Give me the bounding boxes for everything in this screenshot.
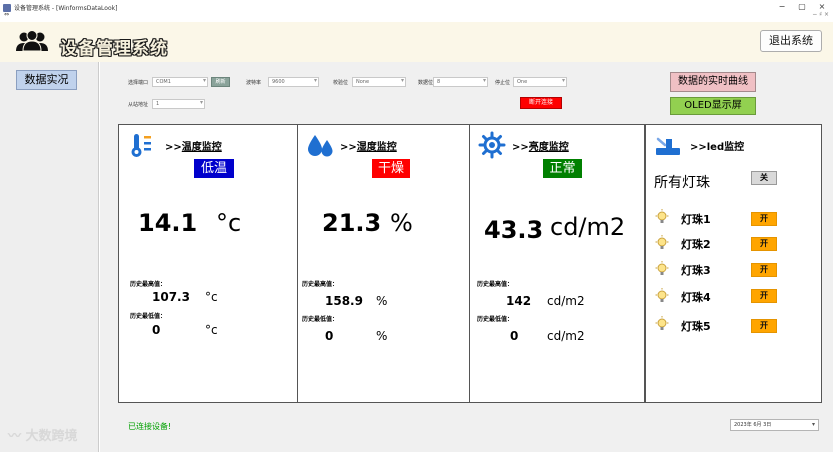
sidebar: 数据实况 〰 大数跨境 xyxy=(0,62,99,452)
thermometer-icon xyxy=(131,134,151,157)
users-icon xyxy=(16,30,48,52)
humidity-value: 21.3 xyxy=(322,209,382,237)
led-toggle-3[interactable]: 开 xyxy=(751,263,777,277)
temp-hist-high-label: 历史最高值： xyxy=(130,281,167,288)
calendar-dropdown-icon[interactable]: ▾ xyxy=(812,420,815,430)
led-toggle-4[interactable]: 开 xyxy=(751,289,777,303)
sidebar-item-data[interactable]: 数据实况 xyxy=(16,70,77,90)
title-prefix: >> xyxy=(340,142,357,153)
disconnect-button[interactable]: 断开连接 xyxy=(520,97,562,109)
bri-hist-high-unit: cd/m2 xyxy=(547,294,585,308)
hum-hist-low-unit: % xyxy=(376,329,388,343)
port-label: 选择端口 xyxy=(128,80,149,86)
temperature-value: 14.1 xyxy=(138,209,198,237)
title-prefix: >> xyxy=(512,142,529,153)
brightness-title: >>亮度监控 xyxy=(512,138,569,153)
title-text: 湿度监控 xyxy=(356,142,397,153)
all-leds-toggle[interactable]: 关 xyxy=(751,171,777,185)
baud-label: 波特率 xyxy=(246,80,262,86)
connection-status: 已连接设备! xyxy=(128,422,172,431)
bulb-icon xyxy=(655,288,669,302)
temperature-status-badge: 低温 xyxy=(194,159,234,178)
led-name-5: 灯珠5 xyxy=(681,320,711,333)
window-titlebar: 设备管理系统 - [WinformsDataLook] − ▢ × xyxy=(0,0,833,18)
hum-hist-high-unit: % xyxy=(376,294,388,308)
led-name-2: 灯珠2 xyxy=(681,238,711,251)
led-name-3: 灯珠3 xyxy=(681,264,711,277)
watermark-logo: 〰 xyxy=(8,429,22,444)
realtime-curve-button[interactable]: 数据的实时曲线 xyxy=(670,72,756,92)
watermark-text: 大数跨境 xyxy=(25,429,78,444)
bri-hist-low-value: 0 xyxy=(510,329,519,343)
humidity-panel: >>湿度监控 干燥 21.3 % 历史最高值： 158.9 % 历史最低值： 0… xyxy=(297,124,470,403)
stopbits-select[interactable]: One xyxy=(513,77,567,87)
parity-select[interactable]: None xyxy=(352,77,406,87)
bri-hist-high-value: 142 xyxy=(506,294,532,308)
led-name-4: 灯珠4 xyxy=(681,291,711,304)
watermark: 〰 大数跨境 xyxy=(8,425,78,444)
slave-label: 从站地址 xyxy=(128,102,149,108)
window-title: 设备管理系统 - [WinformsDataLook] xyxy=(14,5,118,12)
databits-select[interactable]: 8 xyxy=(433,77,488,87)
maximize-button[interactable]: ▢ xyxy=(795,2,809,11)
humidity-unit: % xyxy=(390,209,413,237)
menu-icon[interactable]: ⇔ xyxy=(4,11,9,18)
bulb-icon xyxy=(655,316,669,330)
databits-label: 数据位 xyxy=(418,80,434,86)
hum-hist-high-value: 158.9 xyxy=(325,294,363,308)
led-toggle-5[interactable]: 开 xyxy=(751,319,777,333)
all-leds-label: 所有灯珠 xyxy=(654,175,710,191)
date-picker[interactable]: 2023年 6月 3日 ▾ xyxy=(730,419,819,431)
led-title: >>led监控 xyxy=(690,142,745,153)
bulb-icon xyxy=(655,235,669,249)
hum-hist-low-label: 历史最低值： xyxy=(302,316,339,323)
bri-hist-low-unit: cd/m2 xyxy=(547,329,585,343)
temp-hist-low-unit: °c xyxy=(205,323,218,337)
oled-button[interactable]: OLED显示屏 xyxy=(670,97,756,115)
temperature-unit: °c xyxy=(216,209,242,237)
led-toggle-2[interactable]: 开 xyxy=(751,237,777,251)
brightness-unit: cd/m2 xyxy=(550,213,626,241)
led-switch-icon xyxy=(656,137,680,155)
humidity-title: >>湿度监控 xyxy=(340,138,397,153)
temp-hist-low-label: 历史最低值： xyxy=(130,313,167,320)
led-toggle-1[interactable]: 开 xyxy=(751,212,777,226)
system-title: 设备管理系统 xyxy=(60,39,168,59)
slave-select[interactable]: 1 xyxy=(152,99,205,109)
title-text: 温度监控 xyxy=(181,142,222,153)
app-header: 设备管理系统 退出系统 xyxy=(0,22,833,62)
main-area: 选择端口 COM1 刷新 波特率 9600 校验位 None 数据位 8 停止位… xyxy=(100,62,833,452)
bri-hist-low-label: 历史最低值： xyxy=(477,316,514,323)
water-drops-icon xyxy=(308,135,333,157)
bulb-icon xyxy=(655,209,669,223)
brightness-status-badge: 正常 xyxy=(543,159,582,178)
brightness-value: 43.3 xyxy=(484,216,544,244)
temp-hist-low-value: 0 xyxy=(152,323,161,337)
refresh-button[interactable]: 刷新 xyxy=(211,77,230,87)
parity-label: 校验位 xyxy=(333,80,349,86)
title-prefix: >> xyxy=(165,142,182,153)
mdi-controls[interactable]: − ♯ × xyxy=(812,11,829,18)
sun-gear-icon xyxy=(478,131,506,159)
humidity-status-badge: 干燥 xyxy=(372,159,410,178)
minimize-button[interactable]: − xyxy=(775,2,789,11)
temp-hist-high-unit: °c xyxy=(205,290,218,304)
close-button[interactable]: × xyxy=(815,2,829,11)
exit-button[interactable]: 退出系统 xyxy=(760,30,822,52)
hum-hist-high-label: 历史最高值： xyxy=(302,281,339,288)
stopbits-label: 停止位 xyxy=(495,80,511,86)
title-text: 亮度监控 xyxy=(528,142,569,153)
hum-hist-low-value: 0 xyxy=(325,329,334,343)
brightness-panel: >>亮度监控 正常 43.3 cd/m2 历史最高值： 142 cd/m2 历史… xyxy=(469,124,645,403)
temperature-panel: >>温度监控 低温 14.1 °c 历史最高值： 107.3 °c 历史最低值：… xyxy=(118,124,298,403)
bri-hist-high-label: 历史最高值： xyxy=(477,281,514,288)
date-value: 2023年 6月 3日 xyxy=(734,422,772,428)
led-panel: >>led监控 所有灯珠 关 灯珠1 开 灯珠2 开 灯珠3 开 灯珠4 开 灯… xyxy=(645,124,822,403)
bulb-icon xyxy=(655,261,669,275)
baud-select[interactable]: 9600 xyxy=(268,77,319,87)
temperature-title: >>温度监控 xyxy=(165,138,222,153)
port-select[interactable]: COM1 xyxy=(152,77,208,87)
temp-hist-high-value: 107.3 xyxy=(152,290,190,304)
led-name-1: 灯珠1 xyxy=(681,213,711,226)
